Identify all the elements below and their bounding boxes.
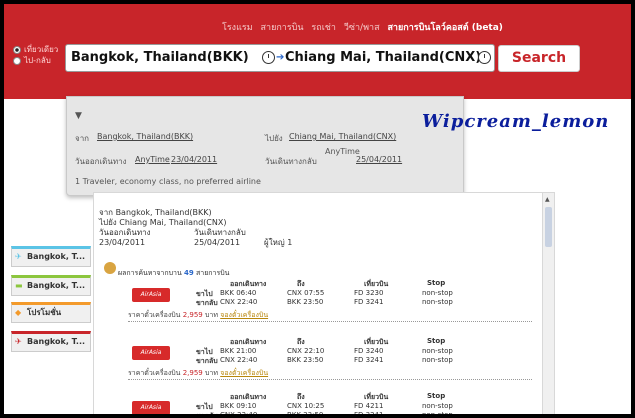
- sidebar-tab-label: Bangkok, T...: [27, 281, 86, 290]
- sidebar-tab[interactable]: ▬ Bangkok, T...: [11, 275, 91, 296]
- sidebar-tab[interactable]: ◆ โปรโมชั่น: [11, 302, 91, 323]
- to-label: ไปยัง: [265, 134, 283, 143]
- nav-hotel[interactable]: โรงแรม: [222, 23, 253, 33]
- nav-visa[interactable]: วีซ่า/พาส: [344, 23, 380, 33]
- outbound-stop: non-stop: [422, 289, 453, 297]
- from-input[interactable]: Bangkok, Thailand(BKK): [71, 50, 249, 65]
- sidebar-tab[interactable]: ✈ Bangkok, T...: [11, 331, 91, 352]
- inbound-dep: CNX 22:40: [220, 411, 257, 414]
- radio-button[interactable]: [13, 45, 21, 54]
- browser-frame: โรงแรม สายการบิน รถเช่า วีซ่า/พาส สายการ…: [4, 4, 631, 414]
- outbound-fn: FD 3230: [354, 289, 384, 297]
- plane-icon: ✈: [15, 337, 22, 346]
- nav-car-rental[interactable]: รถเช่า: [311, 23, 336, 33]
- inbound-fn: FD 3241: [354, 298, 384, 306]
- inbound-arr: BKK 23:50: [287, 411, 323, 414]
- return-label: วันเดินทางกลับ: [265, 157, 317, 166]
- sidebar-tab-label: Bangkok, T...: [27, 337, 86, 346]
- airasia-logo: AirAsia: [132, 288, 170, 302]
- header-bar: โรงแรม สายการบิน รถเช่า วีซ่า/พาส สายการ…: [4, 4, 631, 99]
- depart-date-link[interactable]: 23/04/2011: [171, 155, 217, 164]
- outbound-dep: BKK 06:40: [220, 289, 257, 297]
- airasia-logo: AirAsia: [132, 401, 170, 414]
- results-scrollbar[interactable]: ▲: [542, 193, 554, 414]
- depart-label: วันออกเดินทาง: [75, 157, 127, 166]
- route-search-bar: Bangkok, Thailand(BKK) ➔ Chiang Mai, Tha…: [65, 44, 495, 72]
- arrow-right-icon: ➔: [276, 52, 285, 63]
- plane-icon: ✈: [15, 252, 22, 261]
- inbound-fn: FD 3241: [354, 411, 383, 414]
- depart-time-link[interactable]: AnyTime: [135, 155, 170, 164]
- divider: [128, 321, 532, 322]
- inbound-stop: non-stop: [422, 298, 453, 306]
- sidebar-tab[interactable]: ✈ Bangkok, T...: [11, 246, 91, 267]
- to-input[interactable]: Chiang Mai, Thailand(CNX): [285, 50, 481, 65]
- outbound-arr: CNX 22:10: [287, 347, 325, 355]
- inbound-dep: CNX 22:40: [220, 356, 258, 364]
- column-header: Stop: [427, 337, 446, 345]
- inbound-label: ขากลับ: [196, 299, 218, 307]
- airline-icon: [104, 262, 116, 274]
- bus-icon: ▬: [15, 281, 23, 290]
- scroll-thumb[interactable]: [545, 207, 552, 247]
- price-line: ราคาตั๋วเครื่องบิน 2,959 บาท จองตั๋วเครื…: [128, 369, 269, 377]
- inbound-dep: CNX 22:40: [220, 298, 258, 306]
- top-nav: โรงแรม สายการบิน รถเช่า วีซ่า/พาส สายการ…: [222, 20, 508, 34]
- inbound-arr: BKK 23:50: [287, 298, 324, 306]
- nav-lowcost[interactable]: สายการบินโลว์คอสต์ (beta): [387, 23, 502, 33]
- return-date-link[interactable]: 25/04/2011: [356, 155, 402, 164]
- to-link[interactable]: Chiang Mai, Thailand(CNX): [289, 132, 396, 141]
- outbound-stop: non-stop: [422, 347, 453, 355]
- results-summary: จาก Bangkok, Thailand(BKK) ไปยัง Chiang …: [99, 208, 293, 247]
- radio-round-trip[interactable]: ไป-กลับ: [13, 55, 58, 66]
- sidebar-tab-label: Bangkok, T...: [27, 252, 86, 261]
- outbound-dep: BKK 09:10: [220, 402, 257, 410]
- return-time-label: AnyTime: [325, 147, 360, 156]
- search-button[interactable]: Search: [498, 45, 580, 72]
- trip-type-radios: เที่ยวเดียว ไป-กลับ: [13, 44, 58, 66]
- nav-airline[interactable]: สายการบิน: [261, 23, 304, 33]
- price-line: ราคาตั๋วเครื่องบิน 2,959 บาท จองตั๋วเครื…: [128, 311, 269, 319]
- radio-button[interactable]: [13, 56, 21, 65]
- book-link[interactable]: จองตั๋วเครื่องบิน: [220, 369, 268, 377]
- watermark-signature: Wipcream_lemon: [422, 111, 610, 132]
- divider: [128, 379, 532, 380]
- tag-icon: ◆: [15, 308, 22, 317]
- outbound-fn: FD 3240: [354, 347, 384, 355]
- from-label: จาก: [75, 134, 90, 143]
- outbound-arr: CNX 10:25: [287, 402, 325, 410]
- inbound-arr: BKK 23:50: [287, 356, 324, 364]
- results-panel: จาก Bangkok, Thailand(BKK) ไปยัง Chiang …: [93, 192, 555, 414]
- scroll-up-icon[interactable]: ▲: [545, 196, 550, 203]
- inbound-stop: non-stop: [422, 356, 453, 364]
- outbound-stop: non-stop: [422, 402, 453, 410]
- search-details-panel: ▼ จาก Bangkok, Thailand(BKK) ไปยัง Chian…: [66, 96, 464, 196]
- clock-icon[interactable]: [262, 51, 275, 64]
- collapse-toggle-icon[interactable]: ▼: [75, 111, 82, 121]
- sidebar-tab-label: โปรโมชั่น: [27, 308, 62, 317]
- book-link[interactable]: จองตั๋วเครื่องบิน: [220, 311, 268, 319]
- inbound-fn: FD 3241: [354, 356, 384, 364]
- price-value: 2,959: [182, 311, 203, 319]
- clock-icon[interactable]: [478, 51, 491, 64]
- column-header: Stop: [427, 279, 446, 287]
- outbound-dep: BKK 21:00: [220, 347, 257, 355]
- column-header: Stop: [427, 392, 446, 400]
- inbound-label: ขากลับ: [196, 357, 218, 365]
- inbound-label: ขากลับ: [196, 411, 218, 414]
- traveler-summary: 1 Traveler, economy class, no preferred …: [75, 177, 261, 186]
- from-link[interactable]: Bangkok, Thailand(BKK): [97, 132, 193, 141]
- outbound-fn: FD 4211: [354, 402, 384, 410]
- result-count: ผลการค้นหาจากบาน 49 สายการบิน: [118, 269, 230, 277]
- inbound-stop: non-stop: [422, 411, 453, 414]
- price-value: 2,959: [182, 369, 203, 377]
- airasia-logo: AirAsia: [132, 346, 170, 360]
- outbound-arr: CNX 07:55: [287, 289, 325, 297]
